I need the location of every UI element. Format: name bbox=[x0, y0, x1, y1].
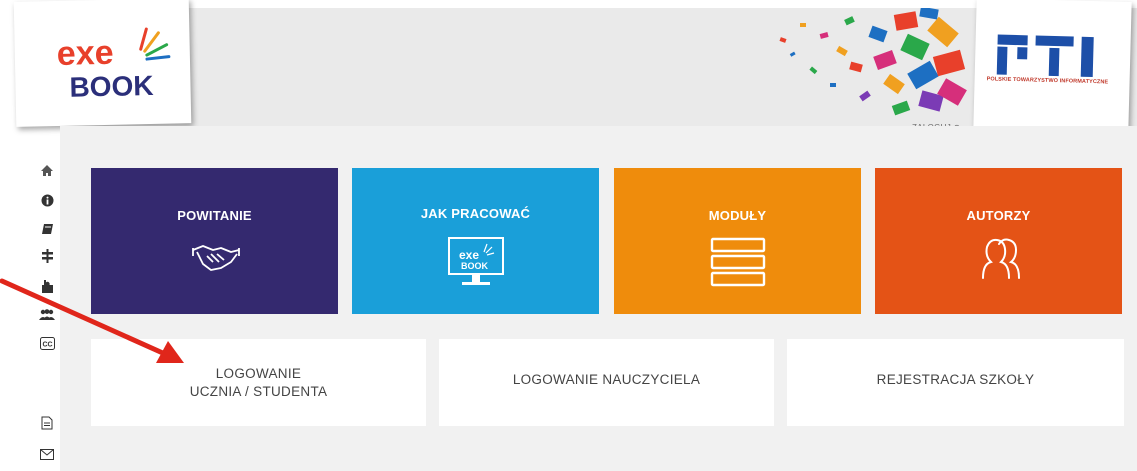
svg-text:BOOK: BOOK bbox=[461, 261, 489, 271]
student-login-line1: LOGOWANIE bbox=[215, 365, 302, 381]
signpost-icon[interactable] bbox=[37, 247, 57, 265]
student-login-line2: UCZNIA / STUDENTA bbox=[189, 383, 328, 399]
pti-logo-card[interactable]: POLSKIE TOWARZYSTWO INFORMATYCZNE bbox=[973, 0, 1132, 133]
exe-book-logo-card[interactable]: exe BOOK bbox=[13, 0, 192, 127]
svg-text:exe: exe bbox=[459, 248, 479, 262]
red-arrow-annotation bbox=[0, 278, 184, 363]
tile-autorzy[interactable]: AUTORZY bbox=[875, 168, 1122, 314]
school-registration-label: REJESTRACJA SZKOŁY bbox=[876, 372, 1035, 387]
envelope-icon[interactable] bbox=[37, 445, 57, 463]
svg-text:exe: exe bbox=[56, 34, 114, 73]
svg-text:BOOK: BOOK bbox=[69, 70, 154, 103]
tile-powitanie-label: POWITANIE bbox=[177, 208, 252, 223]
teacher-login-label: LOGOWANIE NAUCZYCIELA bbox=[512, 372, 701, 387]
tile-moduly[interactable]: MODUŁY bbox=[614, 168, 861, 314]
tile-jak-pracowac[interactable]: JAK PRACOWAĆ exe BOOK bbox=[352, 168, 599, 314]
document-icon[interactable] bbox=[37, 414, 57, 432]
tile-jak-pracowac-label: JAK PRACOWAĆ bbox=[420, 206, 531, 221]
handshake-icon bbox=[192, 245, 240, 271]
stack-icon bbox=[710, 237, 766, 287]
teacher-login-button[interactable]: LOGOWANIE NAUCZYCIELA bbox=[439, 339, 774, 426]
exe-book-logo: exe BOOK bbox=[56, 27, 171, 103]
monitor-icon: exe BOOK bbox=[448, 237, 504, 285]
confetti-decoration bbox=[779, 8, 967, 116]
school-registration-button[interactable]: REJESTRACJA SZKOŁY bbox=[787, 339, 1124, 426]
info-icon[interactable] bbox=[37, 191, 57, 209]
people-icon bbox=[982, 238, 1020, 279]
home-icon[interactable] bbox=[37, 161, 57, 179]
book-icon[interactable] bbox=[37, 220, 57, 238]
tile-autorzy-label: AUTORZY bbox=[966, 208, 1031, 223]
tile-moduly-label: MODUŁY bbox=[708, 208, 767, 223]
